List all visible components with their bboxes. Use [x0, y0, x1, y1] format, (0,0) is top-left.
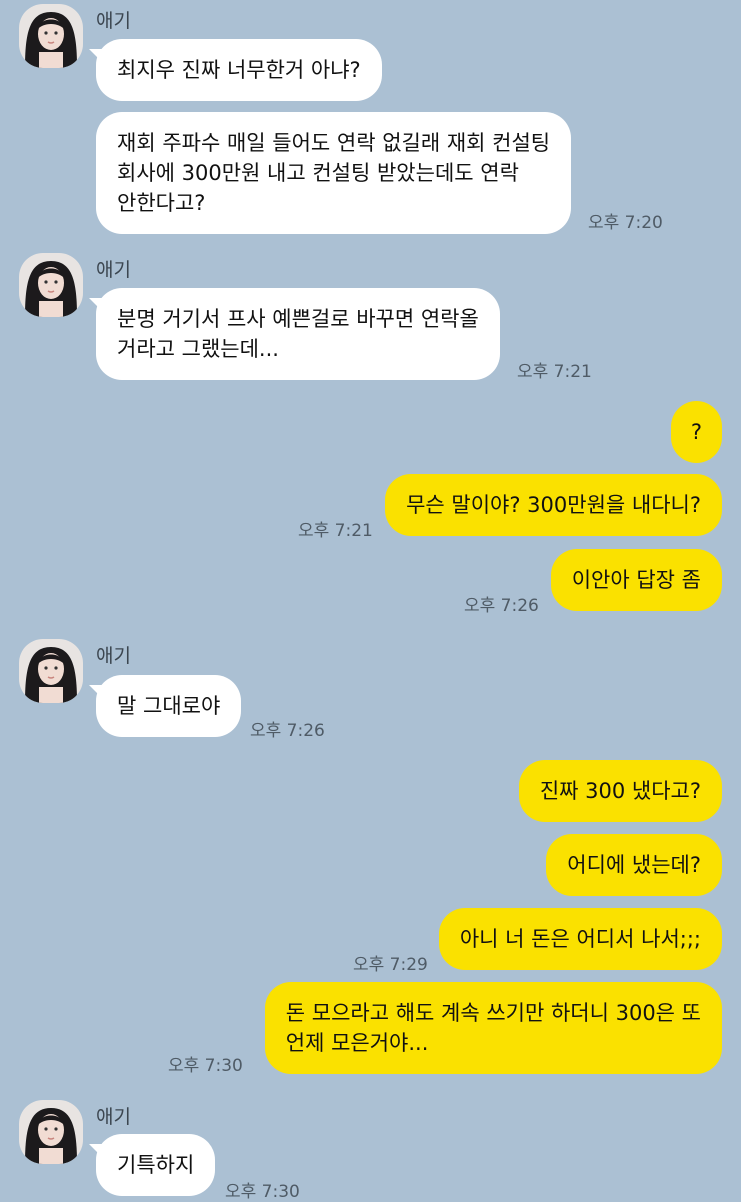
message-timestamp: 오후 7:30 — [168, 1056, 243, 1076]
avatar[interactable] — [19, 639, 83, 703]
message-timestamp: 오후 7:26 — [464, 596, 539, 616]
message-text-line: 언제 모은거야... — [285, 1031, 429, 1055]
message-text-line: 분명 거기서 프사 예쁜걸로 바꾸면 연락올 — [117, 307, 479, 331]
message-text: 말 그대로야 — [117, 694, 221, 718]
message-timestamp: 오후 7:26 — [250, 721, 325, 741]
message-bubble[interactable]: 돈 모으라고 해도 계속 쓰기만 하더니 300은 또 언제 모은거야... — [264, 982, 722, 1074]
avatar[interactable] — [19, 253, 83, 317]
message-text: 이안아 답장 좀 — [571, 568, 701, 592]
message-text-line: 거라고 그랬는데... — [117, 337, 279, 361]
message-bubble[interactable]: 무슨 말이야? 300만원을 내다니? — [385, 474, 722, 536]
message-bubble[interactable]: 분명 거기서 프사 예쁜걸로 바꾸면 연락올 거라고 그랬는데... — [89, 288, 500, 380]
message-text-line: 안한다고? — [117, 191, 206, 215]
message-bubble[interactable]: 말 그대로야 — [88, 675, 242, 737]
message-text: 최지우 진짜 너무한거 아냐? — [117, 58, 361, 82]
message-bubble[interactable]: 기특하지 — [88, 1134, 216, 1196]
message-text: 아니 너 돈은 어디서 나서;;; — [459, 927, 701, 951]
profile-photo-icon — [19, 639, 83, 703]
message-text: 진짜 300 냈다고? — [539, 779, 701, 803]
message-bubble[interactable]: 최지우 진짜 너무한거 아냐? — [89, 39, 382, 101]
sender-name: 애기 — [96, 1106, 131, 1128]
message-timestamp: 오후 7:21 — [298, 521, 373, 541]
profile-photo-icon — [19, 1100, 83, 1164]
message-timestamp: 오후 7:29 — [353, 955, 428, 975]
sender-name: 애기 — [96, 10, 131, 32]
avatar[interactable] — [19, 4, 83, 68]
message-text-line: 회사에 300만원 내고 컨설팅 받았는데도 연락 — [117, 161, 519, 185]
avatar[interactable] — [19, 1100, 83, 1164]
sender-name: 애기 — [96, 259, 131, 281]
message-text: ? — [690, 420, 702, 444]
message-timestamp: 오후 7:21 — [517, 362, 592, 382]
message-text: 기특하지 — [117, 1153, 195, 1177]
message-text-line: 재회 주파수 매일 들어도 연락 없길래 재회 컨설팅 — [117, 131, 551, 155]
message-timestamp: 오후 7:30 — [225, 1182, 300, 1202]
message-text: 어디에 냈는데? — [567, 853, 701, 877]
profile-photo-icon — [19, 4, 83, 68]
message-bubble[interactable]: 아니 너 돈은 어디서 나서;;; — [438, 908, 722, 970]
message-text-line: 돈 모으라고 해도 계속 쓰기만 하더니 300은 또 — [285, 1001, 701, 1025]
message-timestamp: 오후 7:20 — [588, 213, 663, 233]
sender-name: 애기 — [96, 645, 131, 667]
profile-photo-icon — [19, 253, 83, 317]
message-bubble[interactable]: 진짜 300 냈다고? — [518, 760, 722, 822]
message-bubble[interactable]: 어디에 냈는데? — [546, 834, 722, 896]
message-bubble[interactable]: 이안아 답장 좀 — [550, 549, 722, 611]
message-text: 무슨 말이야? 300만원을 내다니? — [406, 493, 701, 517]
message-bubble[interactable]: 재회 주파수 매일 들어도 연락 없길래 재회 컨설팅 회사에 300만원 내고… — [96, 112, 572, 234]
message-bubble[interactable]: ? — [670, 401, 722, 463]
